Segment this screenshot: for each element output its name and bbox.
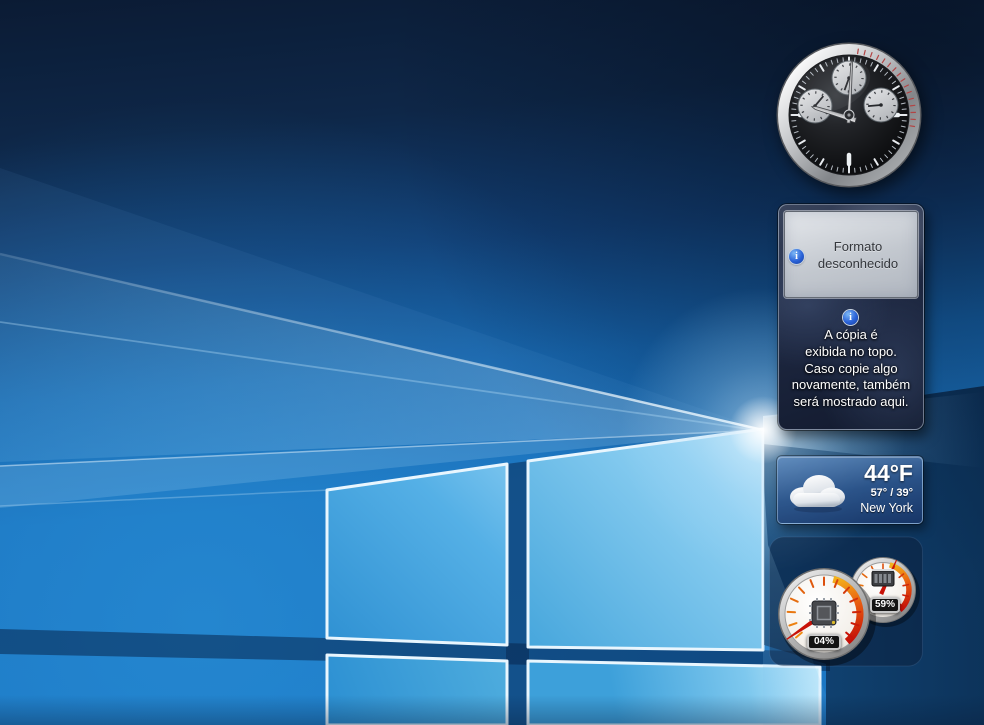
desktop: Formato desconhecido A cópia é exibida n… bbox=[0, 0, 984, 725]
ram-usage-badge: 59% bbox=[870, 597, 900, 613]
cloudy-weather-icon bbox=[785, 467, 849, 513]
clipboard-current-item[interactable]: Formato desconhecido bbox=[784, 211, 918, 298]
clipboard-item-text: Formato desconhecido bbox=[785, 238, 917, 272]
info-icon bbox=[789, 249, 804, 264]
clipboard-message-text: A cópia é exibida no topo. Caso copie al… bbox=[779, 327, 923, 411]
clock-gadget[interactable] bbox=[774, 40, 924, 190]
ram-chip-icon bbox=[872, 569, 894, 586]
current-temperature: 44°F bbox=[860, 460, 913, 486]
weather-gadget[interactable]: 44°F 57° / 39° New York bbox=[777, 456, 923, 524]
cpu-meter-gadget[interactable]: 04% 59% bbox=[768, 536, 924, 668]
high-low-temperature: 57° / 39° bbox=[860, 486, 913, 500]
cpu-chip-icon bbox=[809, 598, 839, 628]
info-icon bbox=[843, 310, 858, 325]
weather-location: New York bbox=[860, 500, 913, 516]
analog-clock-face bbox=[774, 40, 924, 190]
cpu-usage-badge: 04% bbox=[807, 634, 841, 650]
clipboard-gadget[interactable]: Formato desconhecido A cópia é exibida n… bbox=[778, 204, 924, 430]
